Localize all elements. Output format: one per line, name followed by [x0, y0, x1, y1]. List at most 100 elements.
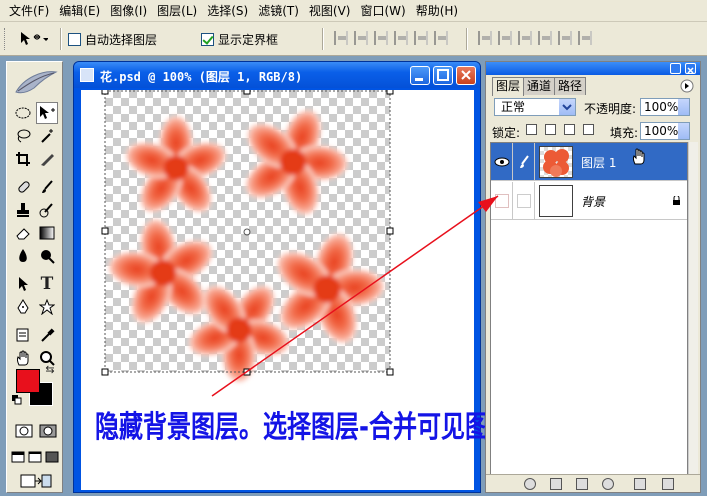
close-button[interactable]	[456, 66, 476, 85]
palette-menu-icon[interactable]	[680, 79, 694, 93]
separator	[322, 28, 324, 50]
auto-select-layer-checkbox[interactable]: 自动选择图层	[68, 31, 157, 48]
blend-mode-value: 正常	[501, 100, 526, 114]
eyedropper-tool-icon[interactable]	[36, 324, 58, 346]
tab-layers[interactable]: 图层	[492, 77, 525, 96]
lock-transparency-icon[interactable]	[526, 124, 537, 135]
chevron-right-icon[interactable]	[678, 123, 689, 139]
brush-tool-icon[interactable]	[36, 176, 58, 198]
document-canvas[interactable]: 隐藏背景图层。选择图层-合并可见图层	[81, 90, 513, 490]
distribute-right-icon[interactable]	[578, 31, 592, 45]
blur-tool-icon[interactable]	[12, 245, 34, 267]
blend-mode-select[interactable]: 正常	[494, 98, 576, 116]
options-bar-grip[interactable]	[4, 28, 7, 50]
full-screen-mode-icon[interactable]	[44, 446, 60, 468]
lock-all-icon[interactable]	[583, 124, 594, 135]
eraser-tool-icon[interactable]	[12, 222, 34, 244]
layer-row-background[interactable]: 背景	[491, 182, 687, 220]
menu-window[interactable]: 窗口(W)	[355, 1, 410, 21]
crop-tool-icon[interactable]	[12, 148, 34, 170]
empty-link-icon	[516, 194, 531, 208]
distribute-top-icon[interactable]	[478, 31, 492, 45]
minimize-button[interactable]	[410, 66, 430, 85]
align-left-icon[interactable]	[394, 31, 408, 45]
chevron-right-icon[interactable]	[678, 99, 689, 115]
magic-wand-tool-icon[interactable]	[36, 125, 58, 147]
new-layer-icon[interactable]	[634, 478, 646, 490]
quick-mask-mode-icon[interactable]	[37, 420, 59, 442]
menu-edit[interactable]: 编辑(E)	[54, 1, 105, 21]
clone-stamp-tool-icon[interactable]	[12, 199, 34, 221]
palette-minimize-button[interactable]	[670, 63, 681, 74]
align-vcenter-icon[interactable]	[354, 31, 368, 45]
menu-help[interactable]: 帮助(H)	[411, 1, 463, 21]
opacity-label: 不透明度:	[584, 102, 637, 116]
lasso-tool-icon[interactable]	[12, 125, 34, 147]
align-hcenter-icon[interactable]	[414, 31, 428, 45]
menu-select[interactable]: 选择(S)	[202, 1, 253, 21]
align-bottom-icon[interactable]	[374, 31, 388, 45]
distribute-bottom-icon[interactable]	[518, 31, 532, 45]
visibility-toggle[interactable]	[491, 182, 513, 220]
photoshop-feather-icon[interactable]	[12, 68, 58, 96]
visibility-toggle[interactable]	[491, 143, 513, 181]
layer-link-toggle[interactable]	[513, 143, 535, 181]
palette-close-button[interactable]	[685, 63, 696, 74]
notes-tool-icon[interactable]	[12, 324, 34, 346]
new-group-icon[interactable]	[576, 478, 588, 490]
menu-layer[interactable]: 图层(L)	[152, 1, 202, 21]
pen-tool-icon[interactable]	[12, 296, 34, 318]
document-title-bar[interactable]: 花.psd @ 100% (图层 1, RGB/8)	[74, 62, 480, 88]
standard-mode-icon[interactable]	[13, 420, 35, 442]
tool-preset-picker[interactable]	[18, 30, 50, 48]
lock-image-icon[interactable]	[545, 124, 556, 135]
layer-list-scrollbar[interactable]	[688, 142, 698, 477]
align-right-icon[interactable]	[434, 31, 448, 45]
flower-artwork	[96, 90, 401, 405]
distribute-hcenter-icon[interactable]	[558, 31, 572, 45]
menu-view[interactable]: 视图(V)	[304, 1, 356, 21]
type-tool-icon[interactable]: T	[36, 273, 58, 295]
trash-icon[interactable]	[662, 478, 674, 490]
menu-filter[interactable]: 滤镜(T)	[253, 1, 304, 21]
layer-row-layer1[interactable]: 图层 1	[491, 143, 687, 181]
healing-brush-tool-icon[interactable]	[12, 176, 34, 198]
distribute-left-icon[interactable]	[538, 31, 552, 45]
swap-colors-icon[interactable]: ⇆	[43, 362, 57, 376]
foreground-color-swatch[interactable]	[16, 369, 40, 393]
menu-image[interactable]: 图像(I)	[105, 1, 152, 21]
slice-tool-icon[interactable]	[36, 148, 58, 170]
default-colors-icon[interactable]	[11, 394, 23, 406]
menu-file[interactable]: 文件(F)	[4, 1, 54, 21]
full-screen-menu-mode-icon[interactable]	[27, 446, 43, 468]
move-tool-icon[interactable]	[36, 102, 58, 124]
layer-thumbnail	[539, 146, 573, 178]
lock-position-icon[interactable]	[564, 124, 575, 135]
history-brush-tool-icon[interactable]	[36, 199, 58, 221]
minimize-icon	[415, 78, 423, 81]
maximize-button[interactable]	[433, 66, 453, 85]
layer-mask-icon[interactable]	[550, 478, 562, 490]
opacity-input[interactable]: 100%	[640, 98, 690, 116]
distribute-vcenter-icon[interactable]	[498, 31, 512, 45]
hand-cursor-icon	[632, 148, 645, 165]
marquee-tool-icon[interactable]	[12, 102, 34, 124]
gradient-tool-icon[interactable]	[36, 222, 58, 244]
layer-link-toggle[interactable]	[513, 182, 535, 220]
tab-channels[interactable]: 通道	[523, 77, 556, 95]
layer-style-icon[interactable]	[524, 478, 536, 490]
hand-tool-icon[interactable]	[12, 347, 34, 369]
tab-paths[interactable]: 路径	[554, 77, 587, 95]
standard-screen-mode-icon[interactable]	[10, 446, 26, 468]
adjustment-layer-icon[interactable]	[602, 478, 614, 490]
layer-list: 图层 1 背景	[490, 142, 688, 477]
align-top-icon[interactable]	[334, 31, 348, 45]
palette-title-bar[interactable]	[486, 62, 700, 75]
show-bounding-box-checkbox[interactable]: 显示定界框	[201, 31, 278, 48]
custom-shape-tool-icon[interactable]	[36, 296, 58, 318]
path-selection-tool-icon[interactable]	[12, 273, 34, 295]
dodge-tool-icon[interactable]	[36, 245, 58, 267]
document-window: 花.psd @ 100% (图层 1, RGB/8) 隐藏背景图层。选择图层-合…	[73, 61, 513, 493]
fill-input[interactable]: 100%	[640, 122, 690, 140]
edit-in-imageready-icon[interactable]	[19, 470, 53, 492]
